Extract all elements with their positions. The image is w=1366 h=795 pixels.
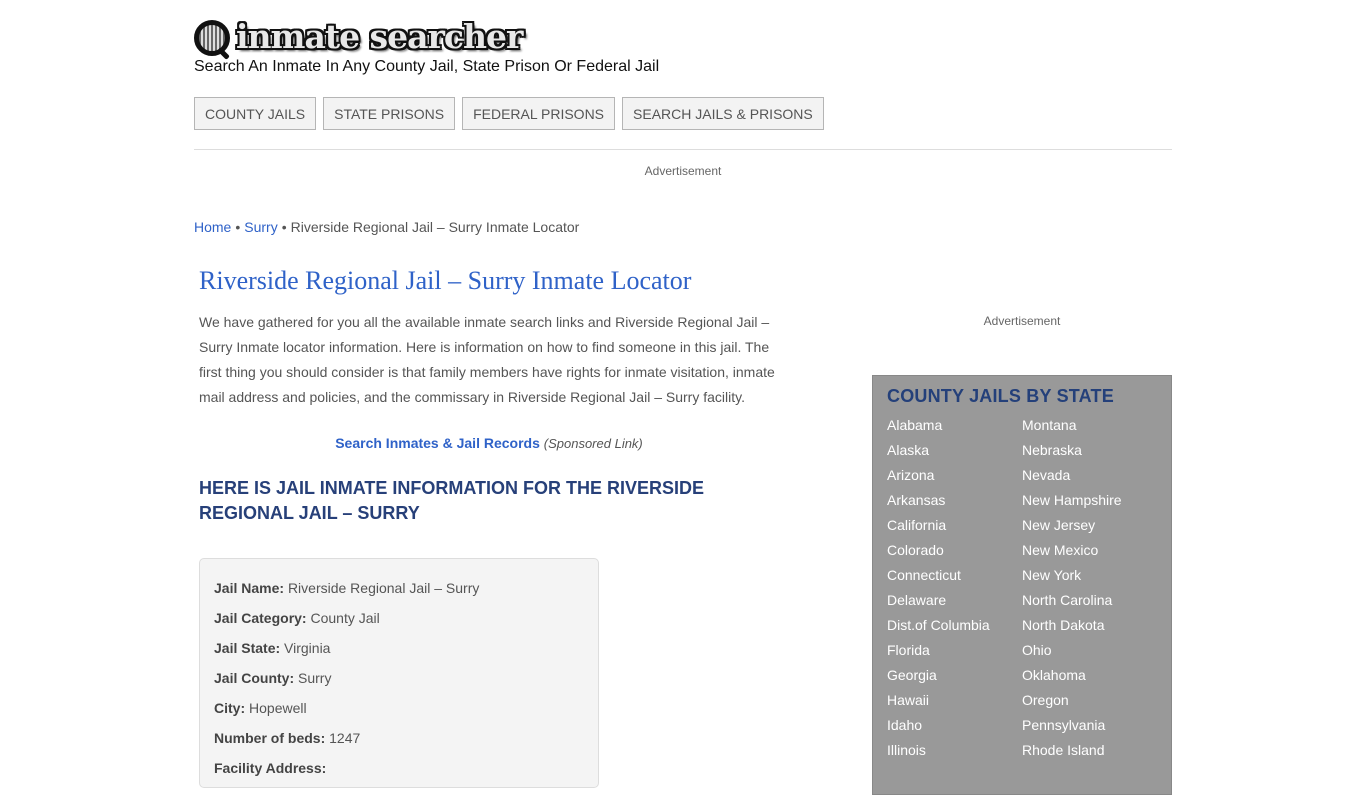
breadcrumb-surry[interactable]: Surry	[244, 219, 277, 235]
state-link-new-mexico[interactable]: New Mexico	[1022, 538, 1172, 563]
state-link-florida[interactable]: Florida	[887, 638, 1022, 663]
state-link-arizona[interactable]: Arizona	[887, 463, 1022, 488]
nav-county-jails[interactable]: COUNTY JAILS	[194, 97, 317, 130]
state-link-connecticut[interactable]: Connecticut	[887, 563, 1022, 588]
page-title: Riverside Regional Jail – Surry Inmate L…	[199, 266, 692, 295]
state-link-north-carolina[interactable]: North Carolina	[1022, 588, 1172, 613]
breadcrumb: Home • Surry • Riverside Regional Jail – Sur…	[194, 219, 579, 235]
search-inmates-link[interactable]: Search Inmates & Jail Records	[335, 435, 540, 451]
nav-state-prisons[interactable]: STATE PRISONS	[323, 97, 456, 130]
county-jails-by-state-widget: COUNTY JAILS BY STATE Alabama Alaska Arizo…	[872, 375, 1172, 795]
nav-federal-prisons[interactable]: FEDERAL PRISONS	[462, 97, 616, 130]
site-logo[interactable]: inmate searcher	[194, 17, 523, 60]
logo-text: inmate searcher	[236, 17, 523, 56]
site-tagline: Search An Inmate In Any County Jail, Sta…	[194, 58, 660, 75]
nav-search-jails-prisons[interactable]: SEARCH JAILS & PRISONS	[622, 97, 824, 130]
advertisement-label-side: Advertisement	[983, 314, 1061, 328]
state-link-montana[interactable]: Montana	[1022, 413, 1172, 438]
states-list: Alabama Alaska Arizona Arkansas California Co…	[887, 413, 1157, 763]
state-link-hawaii[interactable]: Hawaii	[887, 688, 1022, 713]
magnifier-inmate-icon	[194, 19, 234, 60]
breadcrumb-home[interactable]: Home	[194, 219, 231, 235]
state-link-north-dakota[interactable]: North Dakota	[1022, 613, 1172, 638]
header-divider	[194, 149, 1172, 150]
state-link-colorado[interactable]: Colorado	[887, 538, 1022, 563]
state-link-illinois[interactable]: Illinois	[887, 738, 1022, 763]
jail-info-box: Jail Name: Riverside Regional Jail – Sur…	[199, 558, 599, 788]
state-link-dist-of-columbia[interactable]: Dist.of Columbia	[887, 613, 1022, 638]
state-link-alabama[interactable]: Alabama	[887, 413, 1022, 438]
breadcrumb-separator: •	[281, 219, 287, 235]
info-jail-county: Jail County: Surry	[214, 670, 332, 686]
breadcrumb-current: Riverside Regional Jail – Surry Inmate L…	[290, 219, 580, 235]
state-link-arkansas[interactable]: Arkansas	[887, 488, 1022, 513]
state-link-oklahoma[interactable]: Oklahoma	[1022, 663, 1172, 688]
info-facility-address: Facility Address:	[214, 760, 327, 776]
sponsored-link-block: Search Inmates & Jail Records (Sponsored…	[199, 435, 779, 451]
advertisement-label-top: Advertisement	[644, 164, 722, 178]
state-link-rhode-island[interactable]: Rhode Island	[1022, 738, 1172, 763]
breadcrumb-separator: •	[235, 219, 241, 235]
state-link-nevada[interactable]: Nevada	[1022, 463, 1172, 488]
intro-paragraph: We have gathered for you all the availab…	[199, 314, 775, 405]
info-jail-category: Jail Category: County Jail	[214, 610, 380, 626]
state-link-nebraska[interactable]: Nebraska	[1022, 438, 1172, 463]
state-link-new-jersey[interactable]: New Jersey	[1022, 513, 1172, 538]
info-jail-name: Jail Name: Riverside Regional Jail – Sur…	[214, 580, 480, 596]
info-city: City: Hopewell	[214, 700, 307, 716]
state-link-new-hampshire[interactable]: New Hampshire	[1022, 488, 1172, 513]
state-link-oregon[interactable]: Oregon	[1022, 688, 1172, 713]
main-nav: COUNTY JAILS STATE PRISONS FEDERAL PRISO…	[194, 97, 824, 130]
state-link-delaware[interactable]: Delaware	[887, 588, 1022, 613]
state-link-idaho[interactable]: Idaho	[887, 713, 1022, 738]
state-link-california[interactable]: California	[887, 513, 1022, 538]
sponsored-note: (Sponsored Link)	[543, 436, 643, 451]
state-link-georgia[interactable]: Georgia	[887, 663, 1022, 688]
jail-info-heading: HERE IS JAIL INMATE INFORMATION FOR THE …	[199, 478, 705, 523]
state-link-ohio[interactable]: Ohio	[1022, 638, 1172, 663]
states-widget-title: COUNTY JAILS BY STATE	[887, 386, 1114, 406]
info-jail-state: Jail State: Virginia	[214, 640, 331, 656]
state-link-alaska[interactable]: Alaska	[887, 438, 1022, 463]
info-number-of-beds: Number of beds: 1247	[214, 730, 361, 746]
state-link-pennsylvania[interactable]: Pennsylvania	[1022, 713, 1172, 738]
state-link-new-york[interactable]: New York	[1022, 563, 1172, 588]
